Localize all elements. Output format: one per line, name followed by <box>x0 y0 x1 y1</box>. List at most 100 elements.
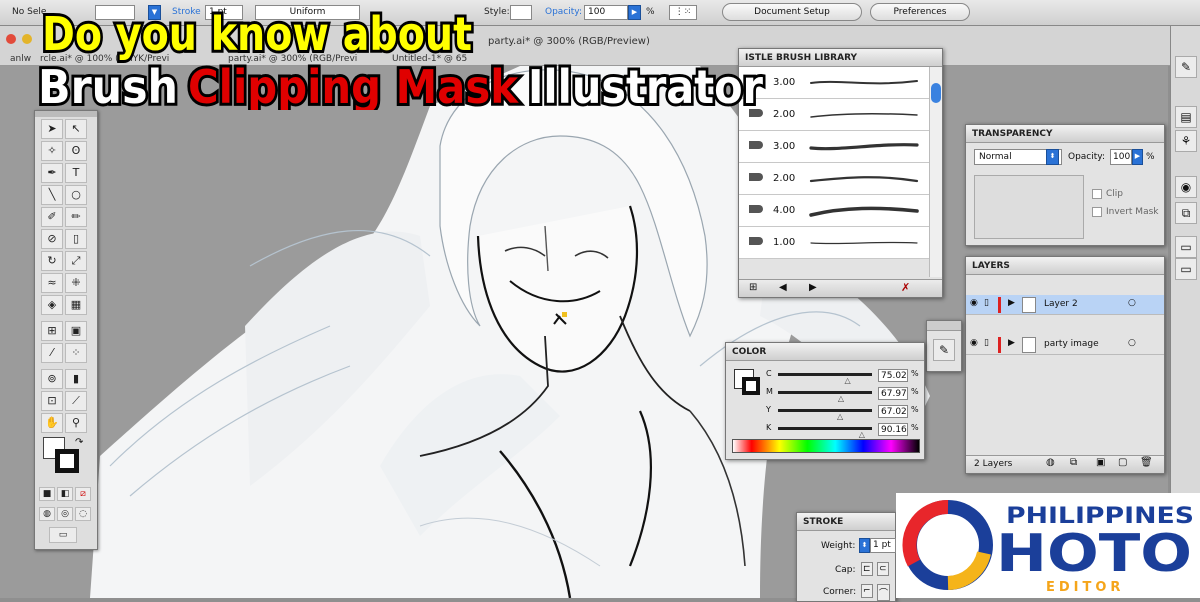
slider-thumb-icon[interactable]: △ <box>837 412 843 421</box>
hand-tool-icon[interactable]: ✋ <box>41 413 63 433</box>
brush-row[interactable]: 4.00 <box>739 195 929 227</box>
mini-panel-grip[interactable] <box>927 321 961 331</box>
screen-mode-icon[interactable]: ▭ <box>49 527 77 543</box>
line-tool-icon[interactable]: ╲ <box>41 185 63 205</box>
locate-object-icon[interactable]: ◍ <box>1046 457 1055 468</box>
layer-row[interactable]: ◉ ▯ ▶ party image ○ <box>966 335 1164 355</box>
slice-tool-icon[interactable]: ⟋ <box>65 391 87 411</box>
brush-dock-icon[interactable]: ✎ <box>1175 56 1197 78</box>
free-transform-tool-icon[interactable]: ⁜ <box>65 273 87 293</box>
column-graph-tool-icon[interactable]: ▮ <box>65 369 87 389</box>
transparency-title[interactable]: TRANSPARENCY <box>966 125 1164 143</box>
pen-tool-icon[interactable]: ✒ <box>41 163 63 183</box>
scale-tool-icon[interactable]: ⤢ <box>65 251 87 271</box>
layer-name[interactable]: party image <box>1044 339 1099 349</box>
make-clipping-mask-icon[interactable]: ⧉ <box>1070 457 1077 468</box>
slider-thumb-icon[interactable]: △ <box>859 430 865 439</box>
channel-slider[interactable] <box>778 409 872 412</box>
pathfinder-dock-icon[interactable]: ▭ <box>1175 236 1197 258</box>
perspective-grid-tool-icon[interactable]: ▦ <box>65 295 87 315</box>
expand-arrow-icon[interactable]: ▶ <box>1008 298 1015 308</box>
blend-tool-icon[interactable]: ⁘ <box>65 343 87 363</box>
brush-row[interactable]: 3.00 <box>739 131 929 163</box>
symbols-dock-icon[interactable]: ▤ <box>1175 106 1197 128</box>
shape-builder-tool-icon[interactable]: ◈ <box>41 295 63 315</box>
clip-checkbox[interactable] <box>1092 189 1102 199</box>
round-join-icon[interactable]: ⌒ <box>877 584 891 601</box>
draw-behind-icon[interactable]: ◎ <box>57 507 73 521</box>
invert-mask-checkbox[interactable] <box>1092 207 1102 217</box>
swap-colors-icon[interactable]: ↷ <box>75 437 83 448</box>
channel-slider[interactable] <box>778 391 872 394</box>
visibility-eye-icon[interactable]: ◉ <box>970 298 978 308</box>
layers-dock-icon[interactable]: ▭ <box>1175 258 1197 280</box>
channel-value-field[interactable]: 67.97 <box>878 387 908 400</box>
new-layer-icon[interactable]: ▢ <box>1118 457 1127 468</box>
channel-value-field[interactable]: 75.02 <box>878 369 908 382</box>
rotate-tool-icon[interactable]: ↻ <box>41 251 63 271</box>
color-title[interactable]: COLOR <box>726 343 924 361</box>
weight-stepper-icon[interactable]: ⬍ <box>859 538 870 553</box>
none-mode-icon[interactable]: ⧄ <box>75 487 91 501</box>
direct-selection-tool-icon[interactable]: ↖ <box>65 119 87 139</box>
brush-row[interactable]: 1.00 <box>739 227 929 259</box>
ellipse-tool-icon[interactable]: ○ <box>65 185 87 205</box>
brush-scrollbar[interactable] <box>929 67 942 277</box>
weight-field[interactable]: 1 pt <box>870 538 896 553</box>
next-library-icon[interactable]: ▶ <box>809 282 817 293</box>
stroke-title[interactable]: STROKE <box>797 513 895 531</box>
target-icon[interactable]: ○ <box>1128 338 1136 348</box>
eyedropper-tool-icon[interactable]: ⁄ <box>41 343 63 363</box>
layer-name[interactable]: Layer 2 <box>1044 299 1078 309</box>
channel-slider[interactable] <box>778 373 872 376</box>
brush-scroll-thumb[interactable] <box>931 83 941 103</box>
stroke-color-swatch[interactable] <box>55 449 79 473</box>
mesh-tool-icon[interactable]: ⊞ <box>41 321 63 341</box>
new-sublayer-icon[interactable]: ▣ <box>1096 457 1105 468</box>
slider-thumb-icon[interactable]: △ <box>845 376 851 385</box>
lock-icon[interactable]: ▯ <box>984 298 989 308</box>
expand-arrow-icon[interactable]: ▶ <box>1008 338 1015 348</box>
eraser-tool-icon[interactable]: ▯ <box>65 229 87 249</box>
blend-mode-dropdown-icon[interactable]: ⬍ <box>1046 149 1059 165</box>
round-cap-icon[interactable]: ⊂ <box>877 562 889 576</box>
draw-inside-icon[interactable]: ◌ <box>75 507 91 521</box>
layers-title[interactable]: LAYERS <box>966 257 1164 275</box>
previous-library-icon[interactable]: ◀ <box>779 282 787 293</box>
color-stroke-swatch[interactable] <box>742 377 760 395</box>
lock-icon[interactable]: ▯ <box>984 338 989 348</box>
zoom-tool-icon[interactable]: ⚲ <box>65 413 87 433</box>
preferences-button[interactable]: Preferences <box>870 3 970 21</box>
channel-value-field[interactable]: 90.16 <box>878 423 908 436</box>
symbol-sprayer-tool-icon[interactable]: ⊚ <box>41 369 63 389</box>
delete-layer-icon[interactable]: 🗑 <box>1140 457 1153 468</box>
graphic-styles-dock-icon[interactable]: ⚘ <box>1175 130 1197 152</box>
warp-tool-icon[interactable]: ≈ <box>41 273 63 293</box>
tools-panel-grip[interactable] <box>35 111 97 117</box>
brush-row[interactable]: 2.00 <box>739 163 929 195</box>
align-dock-icon[interactable]: ⧉ <box>1175 202 1197 224</box>
appearance-dock-icon[interactable]: ◉ <box>1175 176 1197 198</box>
type-tool-icon[interactable]: T <box>65 163 87 183</box>
blob-brush-tool-icon[interactable]: ⊘ <box>41 229 63 249</box>
magic-wand-tool-icon[interactable]: ✧ <box>41 141 63 161</box>
selection-tool-icon[interactable]: ➤ <box>41 119 63 139</box>
brush-libraries-menu-icon[interactable]: ⊞ <box>749 282 757 293</box>
color-spectrum[interactable] <box>732 439 920 453</box>
target-icon[interactable]: ○ <box>1128 298 1136 308</box>
butt-cap-icon[interactable]: ⊏ <box>861 562 873 576</box>
slider-thumb-icon[interactable]: △ <box>838 394 844 403</box>
lasso-tool-icon[interactable]: ʘ <box>65 141 87 161</box>
channel-value-field[interactable]: 67.02 <box>878 405 908 418</box>
pencil-tool-icon[interactable]: ✏ <box>65 207 87 227</box>
color-mode-icon[interactable]: ■ <box>39 487 55 501</box>
paintbrush-tool-icon[interactable]: ✐ <box>41 207 63 227</box>
visibility-eye-icon[interactable]: ◉ <box>970 338 978 348</box>
transparency-opacity-field[interactable]: 100 <box>1110 149 1132 165</box>
draw-normal-icon[interactable]: ◍ <box>39 507 55 521</box>
artboard-tool-icon[interactable]: ⊡ <box>41 391 63 411</box>
miter-join-icon[interactable]: ⌐ <box>861 584 873 598</box>
layer-row[interactable]: ◉ ▯ ▶ Layer 2 ○ <box>966 295 1164 315</box>
brush-palette-icon[interactable]: ✎ <box>933 339 955 361</box>
remove-brush-icon[interactable]: ✗ <box>901 281 910 294</box>
